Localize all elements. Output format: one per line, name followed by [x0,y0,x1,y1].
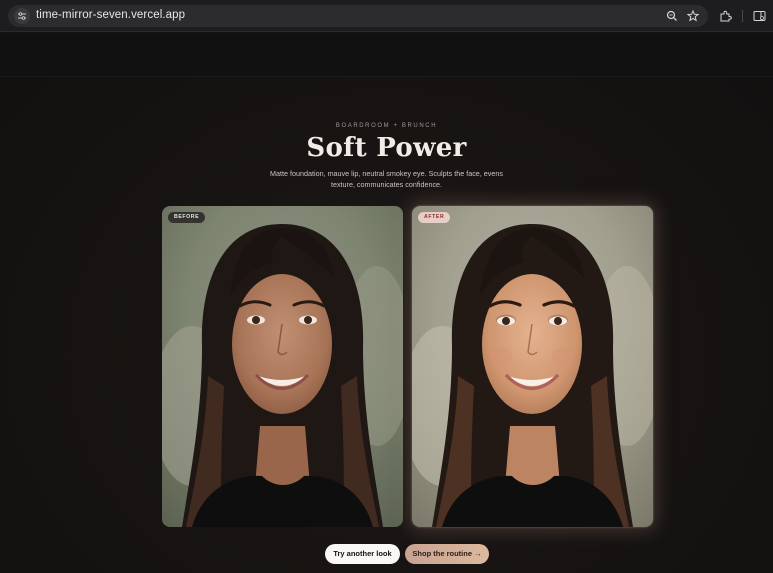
after-portrait [412,206,653,527]
extensions-icon[interactable] [717,8,733,24]
address-bar[interactable]: time-mirror-seven.vercel.app [8,5,708,27]
look-title: Soft Power [306,133,467,163]
bookmark-star-icon[interactable] [685,8,701,24]
try-another-look-button[interactable]: Try another look [325,544,400,564]
top-band [0,33,773,77]
toolbar-divider [742,10,743,22]
before-badge: BEFORE [168,212,206,223]
side-panel-icon[interactable] [751,8,767,24]
after-badge: AFTER [418,212,451,223]
look-category: BOARDROOM + BRUNCH [335,123,438,129]
browser-toolbar: time-mirror-seven.vercel.app [0,0,773,32]
zoom-icon[interactable] [664,8,680,24]
url-text[interactable]: time-mirror-seven.vercel.app [36,9,185,21]
site-settings-icon[interactable] [14,8,30,24]
before-image-card: BEFORE [162,206,403,527]
look-description: Matte foundation, mauve lip, neutral smo… [270,169,503,189]
before-portrait [162,206,403,527]
page-content: BOARDROOM + BRUNCH Soft Power Matte foun… [0,33,773,573]
after-image-card: AFTER [412,206,653,527]
shop-the-routine-button[interactable]: Shop the routine → [405,544,489,564]
